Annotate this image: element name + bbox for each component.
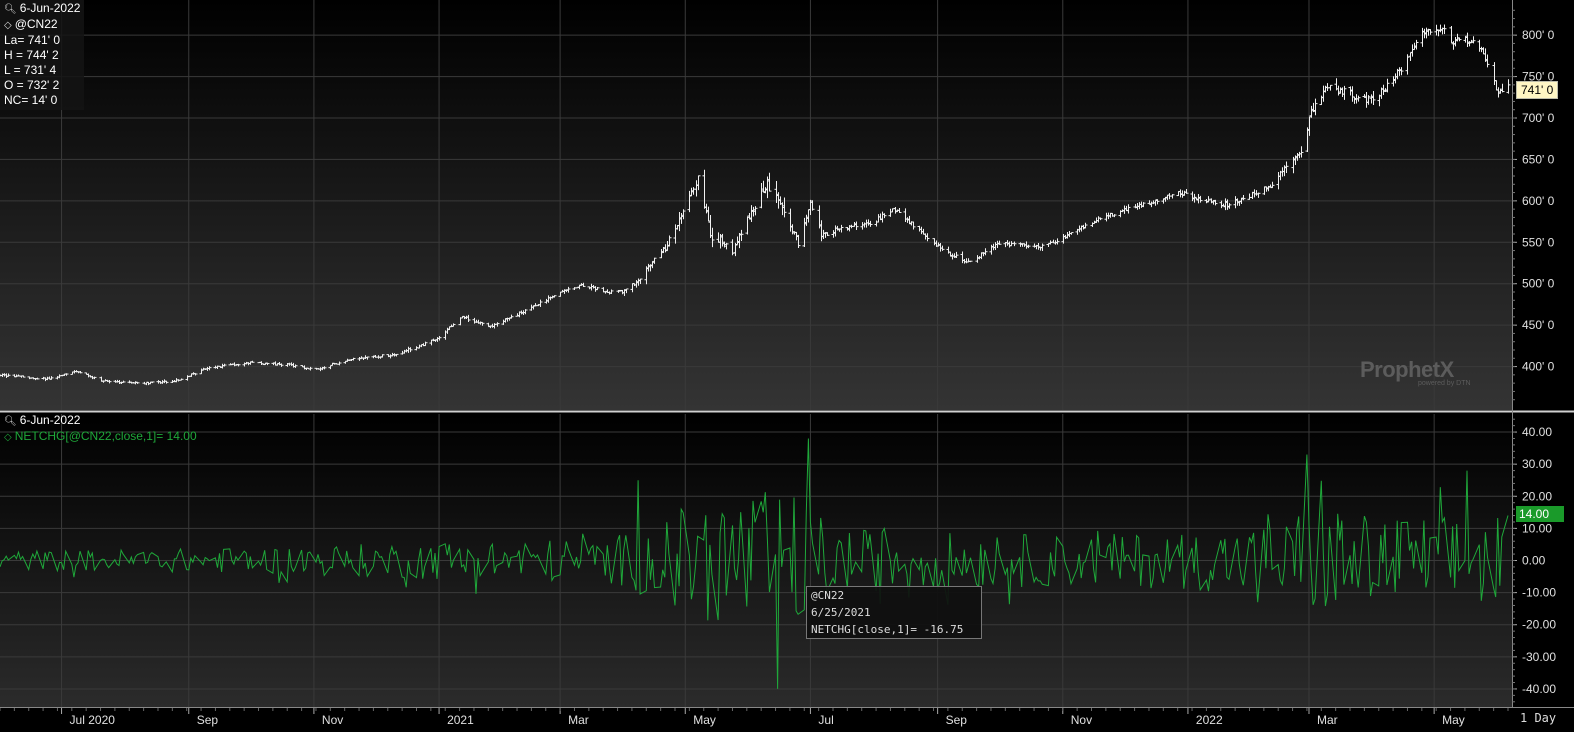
tooltip-symbol: @CN22 <box>811 589 845 602</box>
date-axis-label: Nov <box>1071 713 1092 727</box>
magnifier-icon[interactable]: 🔍︎ <box>4 414 17 429</box>
net-change-value: NC= 14' 0 <box>4 93 58 107</box>
prophetx-logo-sub: powered by DTN <box>1418 380 1471 387</box>
price-axis-label: 400' 0 <box>1522 360 1555 374</box>
indicator-axis-label: -20.00 <box>1522 618 1556 632</box>
current-indicator-tag: 14.00 <box>1516 506 1564 522</box>
price-axis-label: 700' 0 <box>1522 111 1555 125</box>
high-value: H = 744' 2 <box>4 48 59 62</box>
indicator-header-label: NETCHG[@CN22,close,1]= 14.00 <box>14 429 197 443</box>
date-axis-label: 2021 <box>447 713 474 727</box>
date-axis-label: Nov <box>322 713 343 727</box>
open-value: O = 732' 2 <box>4 78 60 92</box>
tooltip-value: NETCHG[close,1]= -16.75 <box>811 623 964 636</box>
indicator-header: 🔍︎ 6-Jun-2022 ◇ NETCHG[@CN22,close,1]= 14.… <box>4 413 197 445</box>
diamond-icon[interactable]: ◇ <box>4 18 12 33</box>
date-axis-label: Mar <box>1317 713 1338 727</box>
date-axis-label: Sep <box>946 713 968 727</box>
indicator-axis-label: 10.00 <box>1522 521 1552 535</box>
indicator-axis-label: -10.00 <box>1522 586 1556 600</box>
low-value: L = 731' 4 <box>4 63 57 77</box>
current-price-tag: 741' 0 <box>1516 81 1559 99</box>
price-info-box: 🔍︎ 6-Jun-2022 ◇ @CN22 La= 741' 0 H = 744' … <box>0 0 84 110</box>
price-axis-label: 550' 0 <box>1522 235 1555 249</box>
price-axis-label: 650' 0 <box>1522 152 1555 166</box>
price-axis-label: 500' 0 <box>1522 277 1555 291</box>
price-axis-label: 450' 0 <box>1522 318 1555 332</box>
indicator-axis-label: 40.00 <box>1522 425 1552 439</box>
tooltip-date: 6/25/2021 <box>811 606 871 619</box>
date-axis-label: Mar <box>568 713 589 727</box>
indicator-axis-ticks: -40.00 -30.00 -20.00 -10.00 0.00 10.00 20.00 30… <box>1512 418 1556 703</box>
diamond-icon[interactable]: ◇ <box>4 430 12 445</box>
indicator-axis-label: 0.00 <box>1522 554 1546 568</box>
date-axis-label: Jul 2020 <box>70 713 116 727</box>
price-axis-ticks: 400' 0 450' 0 500' 0 550' 0 600' 0 650' 0 700'… <box>1512 9 1555 401</box>
indicator-axis-label: 30.00 <box>1522 457 1552 471</box>
indicator-axis-label: -30.00 <box>1522 650 1556 664</box>
data-tooltip: @CN22 6/25/2021 NETCHG[close,1]= -16.75 <box>806 586 982 639</box>
price-header-date: 6-Jun-2022 <box>19 1 81 15</box>
last-value: La= 741' 0 <box>4 33 61 47</box>
date-axis-label: Sep <box>197 713 219 727</box>
period-label[interactable]: 1 Day <box>1520 711 1556 725</box>
price-header-symbol: @CN22 <box>14 17 58 31</box>
magnifier-icon[interactable]: 🔍︎ <box>4 2 17 17</box>
indicator-axis-label: -40.00 <box>1522 682 1556 696</box>
price-axis-label: 800' 0 <box>1522 28 1555 42</box>
price-panel-background <box>0 0 1512 410</box>
indicator-header-date: 6-Jun-2022 <box>19 413 81 427</box>
chart-canvas[interactable]: 400' 0 450' 0 500' 0 550' 0 600' 0 650' 0 700'… <box>0 0 1574 732</box>
date-axis-ticks: Jul 2020 Sep Nov 2021 Mar May Jul Sep Nov 2022 Mar… <box>0 708 1509 727</box>
date-axis-label: May <box>1442 713 1465 727</box>
price-axis-label: 600' 0 <box>1522 194 1555 208</box>
indicator-axis-label: 20.00 <box>1522 489 1552 503</box>
date-axis-label: May <box>693 713 716 727</box>
date-axis-label: 2022 <box>1196 713 1223 727</box>
date-axis-label: Jul <box>818 713 833 727</box>
